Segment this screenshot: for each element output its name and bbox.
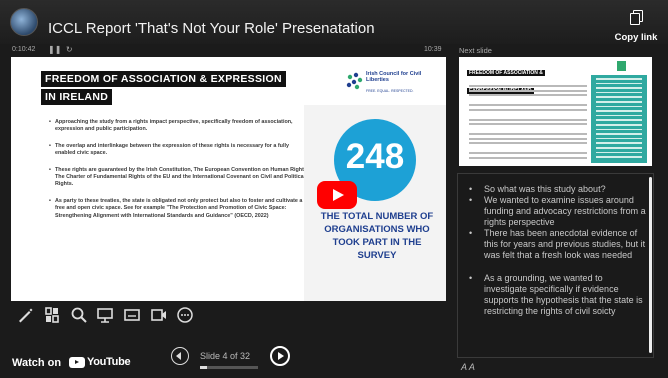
- speaker-notes-list: So what was this study about? We wanted …: [466, 184, 648, 317]
- stat-number: 248: [345, 137, 405, 176]
- presenter-icon[interactable]: [96, 306, 114, 324]
- slide-counter: Slide 4 of 32: [200, 351, 251, 361]
- copy-link-label: Copy link: [614, 32, 658, 43]
- camera-icon[interactable]: [150, 306, 168, 324]
- video-title[interactable]: ICCL Report 'That's Not Your Role' Prese…: [48, 20, 375, 37]
- subtitles-icon[interactable]: [123, 306, 141, 324]
- elapsed-time: 0:10:42: [12, 46, 36, 53]
- slide-progress-fill: [200, 366, 208, 369]
- slide-bullet: Approaching the study from a rights impa…: [49, 119, 309, 134]
- slide-progress-bar: [200, 366, 258, 369]
- next-slide-button[interactable]: [270, 346, 290, 366]
- previous-slide-button[interactable]: [171, 347, 189, 365]
- channel-avatar[interactable]: [10, 8, 38, 36]
- note-item: As a grounding, we wanted to investigate…: [466, 273, 648, 317]
- notes-font-size-controls[interactable]: A A: [461, 362, 475, 372]
- slide-heading: FREEDOM OF ASSOCIATION & EXPRESSION IN I…: [41, 69, 291, 105]
- note-item: So what was this study about?: [466, 184, 648, 195]
- slide-bullet: As party to these treaties, the state is…: [49, 198, 309, 220]
- current-slide[interactable]: FREEDOM OF ASSOCIATION & EXPRESSION IN I…: [11, 57, 446, 301]
- stat-caption: THE TOTAL NUMBER OF ORGANISATIONS WHO TO…: [320, 211, 434, 261]
- note-item: There has been anecdotal evidence of thi…: [466, 228, 648, 261]
- slide-bullet: The overlap and interlinkage between the…: [49, 143, 309, 158]
- next-slide-thumbnail[interactable]: FREEDOM OF ASSOCIATION & EXPRESSION IN I…: [459, 57, 652, 166]
- duration-time: 10:39: [424, 46, 442, 53]
- grid-icon[interactable]: [43, 306, 61, 324]
- thumb-text-lines: [469, 85, 587, 161]
- pen-icon[interactable]: [16, 306, 34, 324]
- copy-link-button[interactable]: Copy link: [612, 10, 660, 43]
- thumb-logo: [617, 61, 647, 71]
- youtube-logo: YouTube: [69, 356, 131, 370]
- slide-bullet: These rights are guaranteed by the Irish…: [49, 167, 309, 189]
- youtube-play-icon: [69, 357, 85, 368]
- iccl-logo: Irish Council for Civil Liberties FREE. …: [344, 69, 434, 95]
- next-slide-label: Next slide: [459, 46, 492, 55]
- search-icon[interactable]: [70, 306, 88, 324]
- pause-reset-icons[interactable]: ❚❚ ↻: [48, 45, 73, 54]
- more-options-icon[interactable]: [176, 306, 194, 324]
- speaker-notes-panel[interactable]: So what was this study about? We wanted …: [457, 173, 654, 358]
- notes-scrollbar[interactable]: [647, 173, 654, 358]
- copy-icon: [630, 10, 643, 25]
- slide-bullets: Approaching the study from a rights impa…: [49, 119, 309, 229]
- play-button-icon[interactable]: [317, 181, 357, 209]
- thumb-green-panel: [591, 75, 647, 163]
- logo-mark-icon: [346, 72, 363, 90]
- top-bar: ICCL Report 'That's Not Your Role' Prese…: [0, 0, 668, 44]
- note-item: We wanted to examine issues around fundi…: [466, 195, 648, 228]
- watch-on-label: Watch on: [12, 357, 62, 369]
